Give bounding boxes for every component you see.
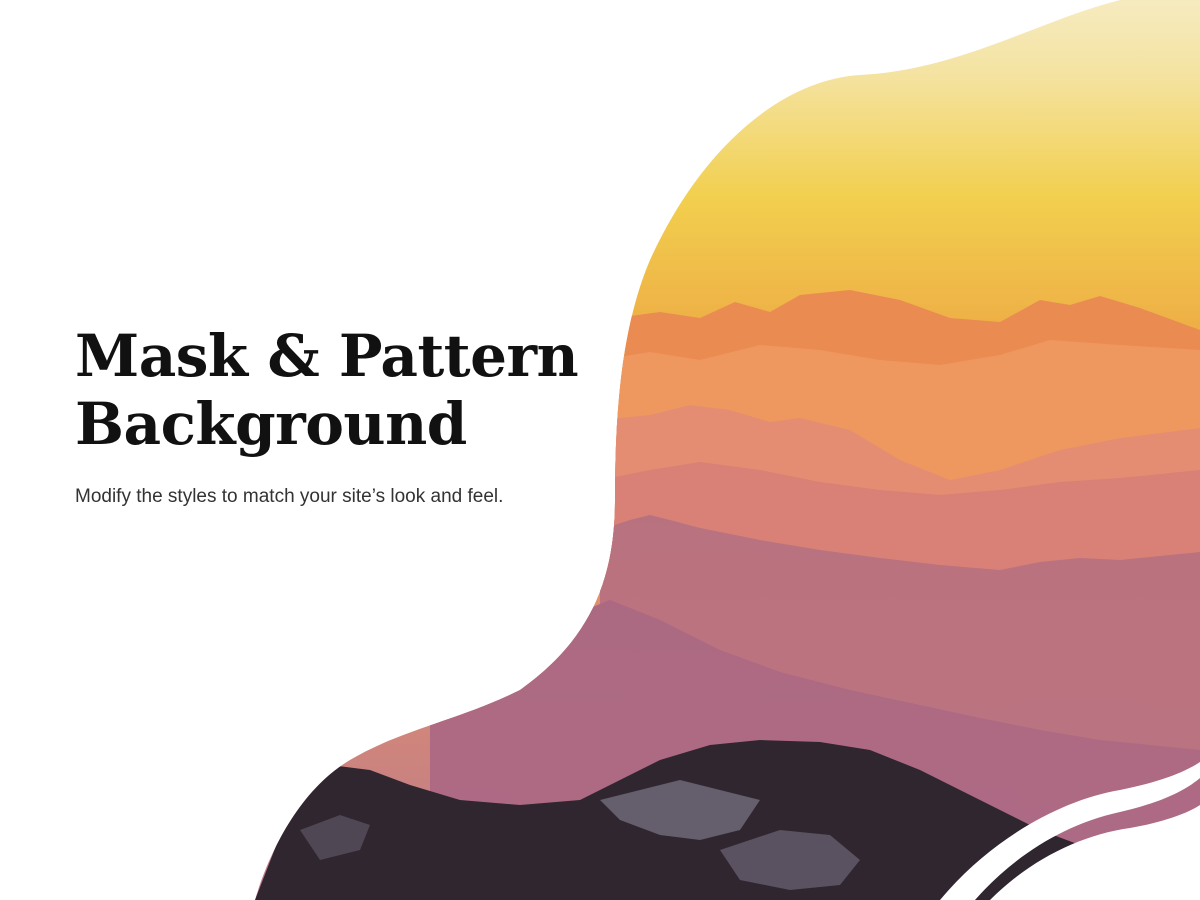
page-title: Mask & Pattern Background bbox=[75, 322, 635, 458]
hero-text: Mask & Pattern Background Modify the sty… bbox=[75, 322, 635, 510]
title-line-2: Background bbox=[75, 390, 467, 458]
hero-subtitle: Modify the styles to match your site’s l… bbox=[75, 486, 504, 507]
title-line-1: Mask & Pattern bbox=[75, 322, 579, 390]
hero-section: Mask & Pattern Background Modify the sty… bbox=[0, 0, 1200, 900]
